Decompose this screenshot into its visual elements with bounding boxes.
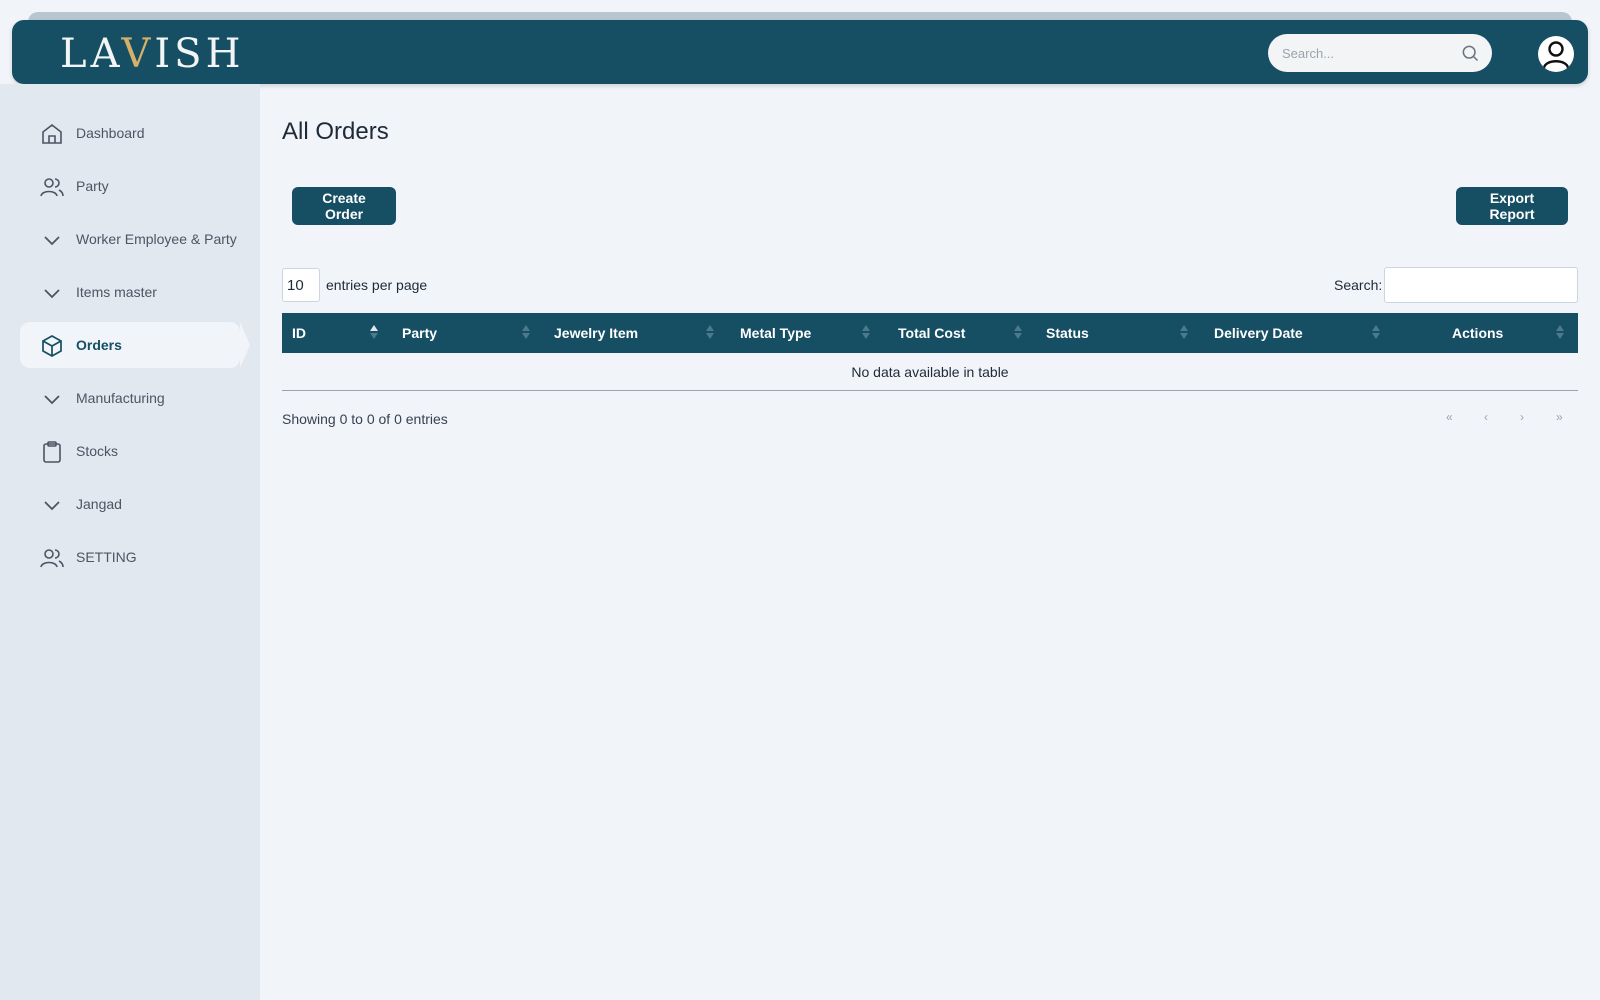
box-icon [42,335,62,357]
top-navbar: LAVISH [12,20,1588,84]
sidebar-item-label: Manufacturing [76,390,165,406]
users-icon [40,549,64,568]
sort-icon [522,325,530,339]
user-icon [1542,41,1570,69]
user-avatar[interactable] [1538,36,1574,72]
sidebar-item-worker-employee-party[interactable]: Worker Employee & Party [20,216,240,262]
global-search-input[interactable] [1268,34,1492,72]
sort-icon [1180,325,1188,339]
chevron-down-icon [44,236,60,246]
search-icon[interactable] [1460,43,1480,63]
sidebar-item-party[interactable]: Party [20,163,240,209]
create-order-button[interactable]: Create Order [292,187,396,225]
sidebar-item-dashboard[interactable]: Dashboard [20,110,240,156]
column-header-actions[interactable]: Actions [1452,313,1503,353]
clipboard-icon [43,441,61,463]
pagination-info: Showing 0 to 0 of 0 entries [282,411,448,427]
sort-icon [1556,325,1564,339]
sidebar-item-manufacturing[interactable]: Manufacturing [20,375,240,421]
chevron-down-icon [44,289,60,299]
column-header-status[interactable]: Status [1046,313,1089,353]
entries-per-page-label: entries per page [326,277,428,293]
page-title: All Orders [282,118,389,145]
main-content: All Orders Create Order Export Report 10… [260,84,1600,1000]
first-page-button[interactable]: « [1446,410,1453,424]
column-header-jewelry-item[interactable]: Jewelry Item [554,313,638,353]
sidebar-item-label: Items master [76,284,157,300]
empty-table-message: No data available in table [851,363,1009,380]
sidebar-item-stocks[interactable]: Stocks [20,428,240,474]
sidebar-item-items-master[interactable]: Items master [20,269,240,315]
column-header-party[interactable]: Party [402,313,437,353]
chevron-down-icon [44,501,60,511]
sidebar-item-label: Dashboard [76,125,145,141]
column-header-metal-type[interactable]: Metal Type [740,313,811,353]
table-search-label: Search: [1334,277,1383,293]
entries-per-page-select[interactable]: 10 [282,268,320,302]
sort-icon [862,325,870,339]
logo-necklace-v: V [121,31,155,77]
sidebar-item-label: Party [76,178,109,194]
sidebar-item-label: Orders [76,337,122,353]
sidebar-item-jangad[interactable]: Jangad [20,481,240,527]
sidebar-item-label: SETTING [76,549,137,565]
orders-table: ID Party Jewelry Item Metal Type Total C… [282,313,1578,391]
previous-page-button[interactable]: ‹ [1484,410,1488,424]
next-page-button[interactable]: › [1520,410,1524,424]
column-header-total-cost[interactable]: Total Cost [898,313,965,353]
last-page-button[interactable]: » [1556,410,1563,424]
brand-logo[interactable]: LAVISH [60,31,245,77]
sidebar-item-label: Worker Employee & Party [76,231,237,247]
sidebar-item-setting[interactable]: SETTING [20,534,240,580]
column-header-id[interactable]: ID [292,313,306,353]
sort-icon [706,325,714,339]
table-row: No data available in table [282,353,1578,390]
chevron-down-icon [44,395,60,405]
users-icon [40,178,64,197]
active-indicator [240,322,250,368]
sidebar-item-orders[interactable]: Orders [20,322,240,368]
home-icon [42,123,62,144]
export-report-button[interactable]: Export Report [1456,187,1568,225]
sidebar-item-label: Stocks [76,443,119,459]
sort-icon [1372,325,1380,339]
sort-asc-icon [370,325,378,339]
table-header: ID Party Jewelry Item Metal Type Total C… [282,313,1578,353]
column-header-delivery-date[interactable]: Delivery Date [1214,313,1303,353]
sidebar: Dashboard Party Worker Employee & Party … [0,84,260,1000]
logo-text-end: ISH [154,31,245,77]
logo-text-start: LA [60,31,122,77]
sort-icon [1014,325,1022,339]
global-search [1268,34,1492,72]
table-search-input[interactable] [1384,267,1578,303]
sidebar-item-label: Jangad [76,496,122,512]
